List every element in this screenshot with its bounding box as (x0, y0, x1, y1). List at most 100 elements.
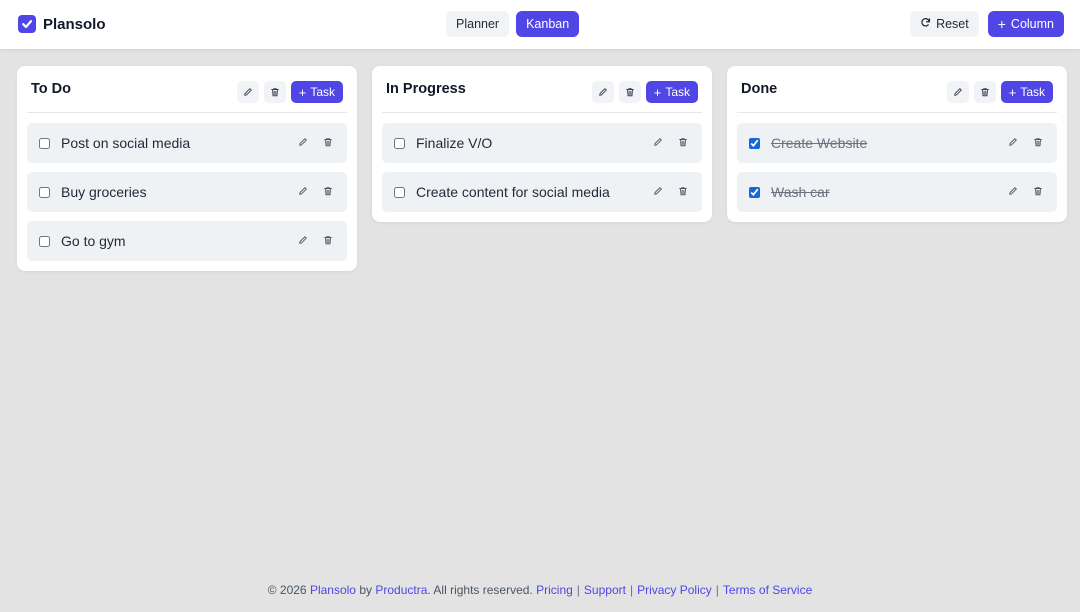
trash-icon (625, 85, 635, 100)
trash-icon[interactable] (321, 184, 335, 198)
task-label: Finalize V/O (416, 135, 493, 151)
trash-icon[interactable] (676, 135, 690, 149)
pencil-icon (953, 85, 963, 100)
brand[interactable]: Plansolo (18, 14, 106, 34)
task-label: Buy groceries (61, 184, 147, 200)
trash-icon[interactable] (676, 184, 690, 198)
pencil-icon[interactable] (296, 233, 310, 247)
column-title: Done (741, 81, 778, 97)
footer-by: by (359, 583, 373, 597)
task-actions (1006, 184, 1045, 198)
task-actions (296, 135, 335, 149)
task-card[interactable]: Create content for social media (382, 172, 702, 212)
add-column-label: Column (1010, 17, 1054, 31)
column-header: To Do + Task (27, 66, 347, 113)
task-label: Post on social media (61, 135, 191, 151)
footer-separator: | (715, 583, 719, 597)
task-label: Create Website (771, 135, 868, 151)
pencil-icon (243, 85, 253, 100)
pencil-icon[interactable] (296, 184, 310, 198)
task-actions (296, 233, 335, 247)
delete-column-button[interactable] (973, 81, 996, 103)
footer-link-terms[interactable]: Terms of Service (723, 583, 812, 597)
add-task-button[interactable]: + Task (290, 81, 343, 103)
column-header: In Progress + Task (382, 66, 702, 113)
plus-icon: + (298, 84, 307, 100)
reset-label: Reset (936, 17, 969, 31)
trash-icon[interactable] (321, 233, 335, 247)
column-done: Done + Task Create Website Wash car (727, 66, 1067, 222)
task-checkbox[interactable] (394, 186, 405, 198)
task-actions (296, 184, 335, 198)
app-name: Plansolo (43, 15, 106, 33)
task-checkbox[interactable] (749, 137, 760, 149)
edit-column-button[interactable] (591, 81, 614, 103)
footer-company-link[interactable]: Productra (375, 583, 427, 597)
task-checkbox[interactable] (39, 235, 50, 247)
footer-rights: . All rights reserved. (427, 583, 533, 597)
plus-icon: + (653, 84, 662, 100)
task-checkbox[interactable] (39, 186, 50, 198)
edit-column-button[interactable] (946, 81, 969, 103)
delete-column-button[interactable] (263, 81, 286, 103)
footer-separator: | (629, 583, 634, 597)
task-checkbox[interactable] (394, 137, 405, 149)
task-card[interactable]: Wash car (737, 172, 1057, 212)
column-title: In Progress (386, 81, 466, 97)
delete-column-button[interactable] (618, 81, 641, 103)
task-actions (651, 135, 690, 149)
column-actions: + Task (591, 81, 698, 103)
footer: © 2026 Plansolo by Productra. All rights… (0, 583, 1080, 597)
trash-icon[interactable] (1031, 184, 1045, 198)
pencil-icon[interactable] (1006, 135, 1020, 149)
add-column-button[interactable]: + Column (987, 11, 1064, 37)
column-title: To Do (31, 81, 71, 97)
top-bar: Plansolo Planner Kanban Reset + Column (0, 0, 1080, 49)
task-checkbox[interactable] (39, 137, 50, 149)
add-task-label: Task (1020, 85, 1045, 99)
column-in-progress: In Progress + Task Finalize V/O Create c… (372, 66, 712, 222)
task-card[interactable]: Post on social media (27, 123, 347, 163)
column-actions: + Task (946, 81, 1053, 103)
footer-separator: | (576, 583, 580, 597)
task-actions (1006, 135, 1045, 149)
reset-button[interactable]: Reset (910, 11, 979, 37)
header-actions: Reset + Column (910, 11, 1064, 37)
task-card[interactable]: Finalize V/O (382, 123, 702, 163)
footer-brand-link[interactable]: Plansolo (310, 583, 356, 597)
add-task-button[interactable]: + Task (1000, 81, 1053, 103)
edit-column-button[interactable] (236, 81, 259, 103)
task-card[interactable]: Buy groceries (27, 172, 347, 212)
plus-icon: + (1008, 84, 1017, 100)
column-header: Done + Task (737, 66, 1057, 113)
trash-icon[interactable] (1031, 135, 1045, 149)
footer-link-privacy[interactable]: Privacy Policy (637, 583, 712, 597)
view-toggle: Planner Kanban (446, 11, 580, 37)
footer-link-pricing[interactable]: Pricing (536, 583, 573, 597)
task-card[interactable]: Create Website (737, 123, 1057, 163)
trash-icon (980, 85, 990, 100)
add-task-label: Task (310, 85, 335, 99)
check-logo-icon (18, 15, 36, 33)
task-card[interactable]: Go to gym (27, 221, 347, 261)
add-task-button[interactable]: + Task (645, 81, 698, 103)
pencil-icon[interactable] (651, 135, 665, 149)
task-actions (651, 184, 690, 198)
pencil-icon (598, 85, 608, 100)
planner-view-button[interactable]: Planner (446, 11, 510, 37)
plus-icon: + (997, 16, 1006, 32)
pencil-icon[interactable] (651, 184, 665, 198)
refresh-icon (920, 17, 931, 31)
trash-icon (270, 85, 280, 100)
pencil-icon[interactable] (296, 135, 310, 149)
footer-link-support[interactable]: Support (584, 583, 626, 597)
task-label: Go to gym (61, 233, 126, 249)
column-to-do: To Do + Task Post on social media Buy gr… (17, 66, 357, 271)
kanban-view-button[interactable]: Kanban (516, 11, 580, 37)
trash-icon[interactable] (321, 135, 335, 149)
column-actions: + Task (236, 81, 343, 103)
footer-copyright: © 2026 (267, 583, 307, 597)
task-label: Create content for social media (416, 184, 610, 200)
task-checkbox[interactable] (749, 186, 760, 198)
pencil-icon[interactable] (1006, 184, 1020, 198)
